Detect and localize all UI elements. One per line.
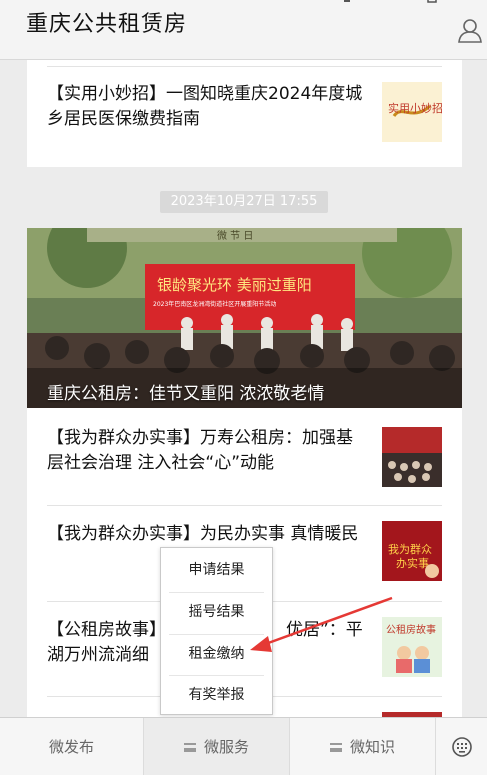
tab-knowledge[interactable]: 微知识	[290, 718, 435, 775]
hero-banner-line2: 2023年巴南区龙洲湾街道社区开展重阳节活动	[153, 300, 276, 308]
timestamp-badge: 2023年10月27日 17:55	[160, 191, 328, 213]
article-thumbnail[interactable]: 我为群众 办实事	[382, 521, 442, 581]
service-popup-menu: 申请结果 摇号结果 租金缴纳 有奖举报	[160, 547, 273, 715]
thumbnail-text: 公租房故事	[386, 623, 436, 636]
hero-banner-line1: 银龄聚光环 美丽过重阳	[157, 276, 312, 294]
article-title-line: 【我为群众办实事】万寿公租房：加强基	[47, 428, 353, 448]
article-thumbnail[interactable]	[382, 427, 442, 487]
thumbnail-text: 我为群众	[388, 542, 432, 556]
keyboard-icon[interactable]	[451, 736, 473, 758]
story-thumbnail-image: 公租房故事	[382, 617, 442, 677]
article-title[interactable]: 【我为群众办实事】为民办实事 真情暖民	[47, 522, 358, 547]
bottom-tab-bar: 微发布 微服务 微知识	[0, 717, 487, 775]
article-card[interactable]: 【实用小妙招】一图知晓重庆2024年度城 乡居民医保缴费指南 实用小妙招	[27, 60, 462, 167]
article-title[interactable]: 【实用小妙招】一图知晓重庆2024年度城 乡居民医保缴费指南	[47, 82, 362, 132]
article-thumbnail[interactable]: 实用小妙招	[382, 82, 442, 142]
divider	[435, 718, 436, 775]
hero-banner-top-text: 微 节 日	[217, 229, 253, 242]
article-thumbnail[interactable]: 公租房故事	[382, 617, 442, 677]
service-thumbnail-image: 我为群众 办实事	[382, 521, 442, 581]
top-status-icons	[344, 0, 437, 3]
tab-publish[interactable]: 微发布	[0, 718, 143, 775]
tab-label: 微服务	[203, 738, 249, 756]
menu-icon	[329, 743, 342, 752]
tips-thumbnail-image: 实用小妙招	[382, 82, 442, 142]
meeting-thumbnail-image	[382, 427, 442, 487]
article-title-line: 【实用小妙招】一图知晓重庆2024年度城	[47, 84, 363, 104]
tab-services[interactable]: 微服务	[144, 718, 289, 775]
article-title-line: 层社会治理 注入社会“心”动能	[47, 453, 275, 473]
header-bar: 重庆公共租赁房	[0, 0, 487, 60]
hero-article[interactable]: 微 节 日 银龄聚光环 美丽过重阳 2023年巴南区龙洲湾街道社区开展重阳节活动…	[27, 228, 462, 408]
article-title-line: 【我为群众办实事】为民办实事 真情暖民	[47, 524, 359, 544]
menu-item-application-result[interactable]: 申请结果	[161, 550, 272, 591]
page-title: 重庆公共租赁房	[26, 12, 188, 37]
article-title-line: 乡居民医保缴费指南	[47, 109, 200, 129]
thumbnail-text: 实用小妙招	[388, 101, 442, 115]
tab-label: 微知识	[349, 738, 395, 756]
menu-item-report[interactable]: 有奖举报	[161, 675, 272, 716]
article-title[interactable]: 【我为群众办实事】万寿公租房：加强基 层社会治理 注入社会“心”动能	[47, 426, 353, 476]
thumbnail-text: 办实事	[396, 556, 429, 570]
menu-item-lottery-result[interactable]: 摇号结果	[161, 592, 272, 633]
divider	[47, 505, 442, 506]
user-icon[interactable]	[457, 17, 483, 43]
divider	[47, 66, 442, 67]
hero-caption: 重庆公租房：佳节又重阳 浓浓敬老情	[47, 384, 325, 404]
tab-label: 微发布	[48, 738, 94, 756]
menu-icon	[183, 743, 196, 752]
menu-item-rent-payment[interactable]: 租金缴纳	[161, 634, 272, 675]
